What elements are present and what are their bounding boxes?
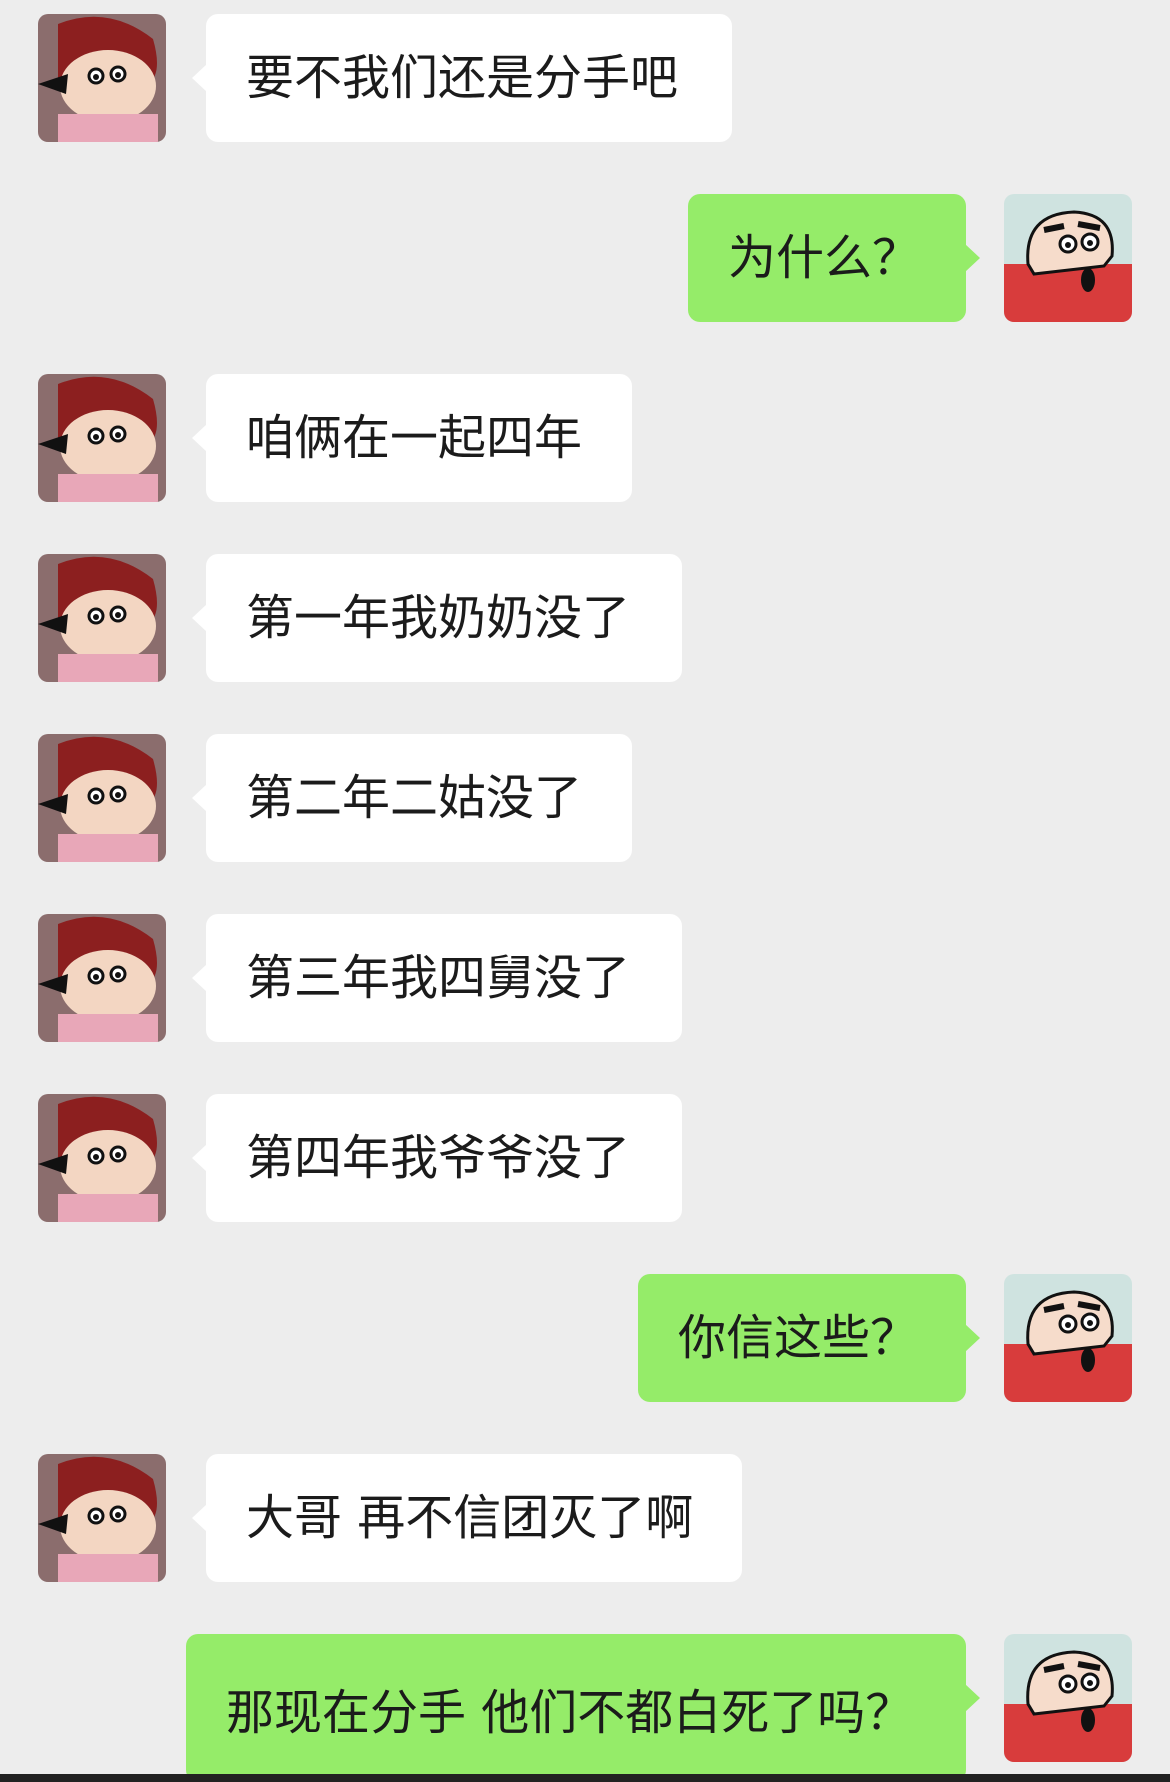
- message-row-incoming: 第三年我四舅没了: [0, 914, 1170, 1042]
- message-text: 大哥 再不信团灭了啊: [246, 1490, 694, 1546]
- message-row-incoming: 第二年二姑没了: [0, 734, 1170, 862]
- message-text: 第三年我四舅没了: [246, 950, 631, 1006]
- message-text: 第一年我奶奶没了: [246, 590, 631, 646]
- screen-bottom-edge: [0, 1774, 1170, 1782]
- message-row-incoming: 第一年我奶奶没了: [0, 554, 1170, 682]
- message-text: 第二年二姑没了: [246, 770, 583, 826]
- message-row-incoming: 第四年我爷爷没了: [0, 1094, 1170, 1222]
- cartoon-girl-avatar-icon[interactable]: [38, 734, 166, 862]
- message-bubble-outgoing[interactable]: 那现在分手 他们不都白死了吗？: [186, 1634, 980, 1782]
- message-row-incoming: 大哥 再不信团灭了啊: [0, 1454, 1170, 1582]
- cartoon-girl-avatar-icon[interactable]: [38, 554, 166, 682]
- message-text: 为什么？: [728, 230, 921, 286]
- cartoon-girl-avatar-icon[interactable]: [38, 1454, 166, 1582]
- message-row-outgoing: 为什么？: [0, 194, 1170, 322]
- message-row-incoming: 咱俩在一起四年: [0, 374, 1170, 502]
- message-bubble-incoming[interactable]: 第四年我爷爷没了: [192, 1094, 682, 1222]
- cartoon-boy-avatar-icon[interactable]: [1004, 1274, 1132, 1402]
- message-bubble-incoming[interactable]: 第二年二姑没了: [192, 734, 632, 862]
- message-bubble-incoming[interactable]: 要不我们还是分手吧: [192, 14, 732, 142]
- message-row-outgoing: 那现在分手 他们不都白死了吗？: [0, 1634, 1170, 1782]
- message-text: 那现在分手 他们不都白死了吗？: [226, 1685, 914, 1741]
- chat-view[interactable]: 要不我们还是分手吧 为什么？ 咱俩在一起四年 第一年我奶奶没了 第二年二姑没了 …: [0, 0, 1170, 1782]
- message-bubble-outgoing[interactable]: 你信这些？: [638, 1274, 980, 1402]
- message-text: 要不我们还是分手吧: [246, 50, 679, 106]
- message-bubble-outgoing[interactable]: 为什么？: [688, 194, 980, 322]
- message-text: 咱俩在一起四年: [246, 410, 583, 466]
- message-bubble-incoming[interactable]: 第一年我奶奶没了: [192, 554, 682, 682]
- cartoon-girl-avatar-icon[interactable]: [38, 14, 166, 142]
- message-text: 第四年我爷爷没了: [246, 1130, 631, 1186]
- cartoon-boy-avatar-icon[interactable]: [1004, 194, 1132, 322]
- cartoon-boy-avatar-icon[interactable]: [1004, 1634, 1132, 1762]
- cartoon-girl-avatar-icon[interactable]: [38, 914, 166, 1042]
- message-bubble-incoming[interactable]: 第三年我四舅没了: [192, 914, 682, 1042]
- message-bubble-incoming[interactable]: 咱俩在一起四年: [192, 374, 632, 502]
- cartoon-girl-avatar-icon[interactable]: [38, 1094, 166, 1222]
- message-row-incoming: 要不我们还是分手吧: [0, 14, 1170, 142]
- message-bubble-incoming[interactable]: 大哥 再不信团灭了啊: [192, 1454, 742, 1582]
- message-text: 你信这些？: [678, 1310, 919, 1366]
- message-row-outgoing: 你信这些？: [0, 1274, 1170, 1402]
- cartoon-girl-avatar-icon[interactable]: [38, 374, 166, 502]
